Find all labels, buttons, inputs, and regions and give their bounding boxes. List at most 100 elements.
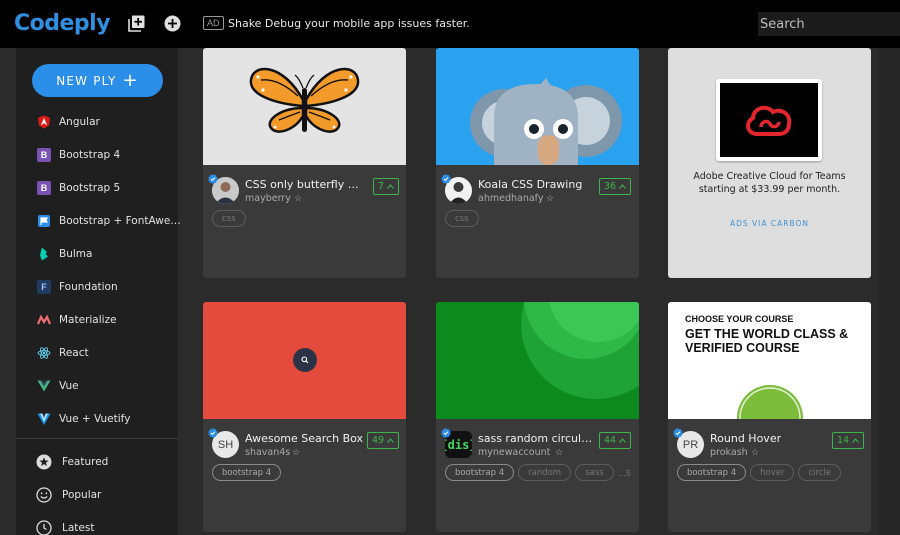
verified-icon	[441, 428, 451, 438]
like-count: 44	[604, 435, 617, 446]
card-username[interactable]: mynewaccount	[478, 447, 550, 458]
ads-via-carbon-link[interactable]: ADS VIA CARBON	[668, 219, 871, 228]
ply-card[interactable]: CHOOSE YOUR COURSE GET THE WORLD CLASS &…	[668, 302, 871, 532]
tag[interactable]: random	[518, 464, 572, 481]
sidebar-item-react[interactable]: React	[16, 341, 178, 365]
bootstrap-icon: B	[37, 148, 51, 162]
sidebar-item-angular[interactable]: Angular	[16, 110, 178, 134]
more-tags[interactable]: …5	[618, 464, 631, 481]
bootstrap-icon: B	[37, 181, 51, 195]
ad-copy[interactable]: Adobe Creative Cloud for Teams starting …	[688, 170, 851, 196]
sidebar-item-label: Angular	[59, 116, 100, 128]
top-ad-text[interactable]: Shake Debug your mobile app issues faste…	[228, 17, 470, 30]
star-icon	[36, 454, 52, 470]
ply-card[interactable]: SH Awesome Search Box shavan4s ☆ 49 boot…	[203, 302, 406, 532]
green-circle-graphic	[737, 385, 803, 419]
like-button[interactable]: 49	[367, 432, 400, 449]
tag[interactable]: bootstrap 4	[212, 464, 282, 481]
foundation-icon: F	[37, 280, 51, 294]
sidebar-item-label: Bulma	[59, 248, 93, 260]
sidebar-item-bootstrap5[interactable]: B Bootstrap 5	[16, 176, 178, 200]
bulma-icon	[40, 247, 48, 261]
card-title[interactable]: Awesome Search Box	[245, 432, 363, 445]
like-count: 36	[604, 181, 617, 192]
tag[interactable]: css	[212, 210, 246, 227]
ad-image[interactable]	[716, 79, 822, 161]
sidebar-item-materialize[interactable]: Materialize	[16, 308, 178, 332]
sidebar-item-label: Foundation	[59, 281, 118, 293]
sidebar-item-label: Featured	[62, 456, 109, 468]
ply-card[interactable]: {dis} sass random circula… mynewaccount …	[436, 302, 639, 532]
search-box-preview[interactable]	[203, 302, 406, 419]
sidebar-item-label: Popular	[62, 489, 102, 501]
sidebar-item-label: Vue + Vuetify	[59, 413, 131, 425]
star-outline-icon[interactable]: ☆	[555, 447, 563, 458]
sidebar-item-label: Materialize	[59, 314, 117, 326]
sidebar-item-label: Bootstrap + FontAwe…	[59, 215, 181, 227]
smiley-icon	[36, 487, 52, 503]
add-box-icon[interactable]	[128, 15, 145, 32]
tag[interactable]: circle	[798, 464, 842, 481]
card-title[interactable]: CSS only butterfly wi…	[245, 178, 367, 191]
adobe-cc-logo	[720, 83, 818, 157]
like-button[interactable]: 14	[832, 432, 865, 449]
card-title[interactable]: Round Hover	[710, 432, 781, 445]
sidebar-item-foundation[interactable]: F Foundation	[16, 275, 178, 299]
like-button[interactable]: 7	[373, 178, 400, 195]
top-bar: Codeply AD Shake Debug your mobile app i…	[0, 0, 900, 48]
card-title[interactable]: sass random circula…	[478, 432, 593, 445]
plus-circle-icon[interactable]	[164, 15, 181, 32]
card-username[interactable]: prokash	[710, 447, 748, 458]
like-button[interactable]: 44	[599, 432, 632, 449]
chevron-up-icon	[619, 438, 627, 443]
course-preview[interactable]: CHOOSE YOUR COURSE GET THE WORLD CLASS &…	[668, 302, 871, 419]
star-outline-icon[interactable]: ☆	[546, 193, 554, 204]
vuetify-icon	[37, 413, 51, 425]
tag[interactable]: bootstrap 4	[677, 464, 747, 481]
card-username[interactable]: shavan4s	[245, 447, 290, 458]
scrollbar-track[interactable]	[878, 48, 900, 535]
chevron-up-icon	[387, 184, 394, 189]
vue-icon	[37, 380, 51, 392]
card-username[interactable]: ahmedhanafy	[478, 193, 543, 204]
tag[interactable]: hover	[750, 464, 795, 481]
sidebar-item-label: React	[59, 347, 89, 359]
star-outline-icon[interactable]: ☆	[751, 447, 759, 458]
tag[interactable]: css	[445, 210, 479, 227]
chevron-up-icon	[852, 438, 860, 443]
angular-icon	[38, 115, 50, 129]
card-title[interactable]: Koala CSS Drawing	[478, 178, 582, 191]
ply-card[interactable]: CSS only butterfly wi… mayberry ☆ 7 css	[203, 48, 406, 278]
search-input[interactable]	[758, 12, 900, 36]
tag-list: css	[445, 210, 479, 227]
sidebar-item-latest[interactable]: Latest	[16, 516, 178, 535]
koala-preview[interactable]	[436, 48, 639, 165]
like-button[interactable]: 36	[599, 178, 632, 195]
tag[interactable]: bootstrap 4	[445, 464, 515, 481]
verified-icon	[208, 174, 218, 184]
like-count: 14	[837, 435, 850, 446]
ply-card[interactable]: Koala CSS Drawing ahmedhanafy ☆ 36 css	[436, 48, 639, 278]
chevron-up-icon	[387, 438, 395, 443]
new-ply-button[interactable]: NEW PLY +	[32, 64, 163, 97]
creative-cloud-icon	[746, 105, 792, 136]
carbon-ad-card[interactable]: Adobe Creative Cloud for Teams starting …	[668, 48, 871, 278]
sidebar-item-bootstrap-fontawesome[interactable]: Bootstrap + FontAwe…	[16, 209, 181, 233]
tag[interactable]: sass	[575, 464, 614, 481]
sidebar-item-featured[interactable]: Featured	[16, 450, 178, 474]
verified-icon	[673, 428, 683, 438]
sidebar-item-vuetify[interactable]: Vue + Vuetify	[16, 407, 178, 431]
sidebar-item-vue[interactable]: Vue	[16, 374, 178, 398]
codeply-logo[interactable]: Codeply	[14, 11, 111, 36]
sidebar-item-bootstrap4[interactable]: B Bootstrap 4	[16, 143, 178, 167]
circles-preview[interactable]	[436, 302, 639, 419]
verified-icon	[441, 174, 451, 184]
star-outline-icon[interactable]: ☆	[292, 447, 300, 458]
fontawesome-icon	[38, 215, 50, 227]
sidebar-item-bulma[interactable]: Bulma	[16, 242, 178, 266]
sidebar-item-label: Bootstrap 5	[59, 182, 121, 194]
butterfly-preview[interactable]	[203, 48, 406, 165]
card-username[interactable]: mayberry	[245, 193, 291, 204]
star-outline-icon[interactable]: ☆	[294, 193, 302, 204]
sidebar-item-popular[interactable]: Popular	[16, 483, 178, 507]
